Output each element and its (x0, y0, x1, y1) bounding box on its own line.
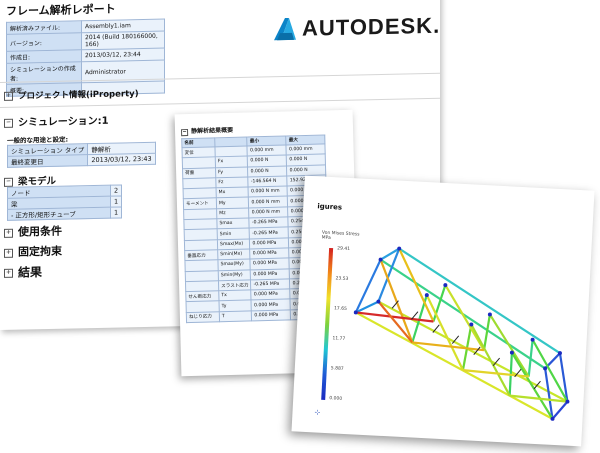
results-title-label: 静解析結果概要 (190, 126, 234, 135)
expand-icon[interactable]: + (4, 91, 13, 101)
cell: - 正方形/矩形チューブ (7, 207, 111, 221)
section-results[interactable]: + 結果 (4, 263, 42, 281)
meta-value: 2014 (Build 180166000, 166) (81, 31, 165, 50)
figures-page: igures Von Mises Stress MPa 29.41 23.53 … (291, 175, 595, 447)
section-constraints[interactable]: + 固定拘束 (4, 243, 62, 260)
table-row: 最終変更日 2013/03/12, 23:43 (7, 153, 156, 168)
report-title: フレーム解析レポート (6, 2, 116, 18)
beam-table: ノード 2 梁1 - 正方形/矩形チューブ 1 (7, 184, 122, 221)
section-label: プロジェクト情報(iProperty) (18, 89, 139, 102)
axis-triad-icon: ⊹ (314, 408, 321, 417)
autodesk-logo: AUTODESK. (272, 13, 439, 43)
table-cell: T (219, 310, 253, 322)
autodesk-logo-icon (274, 17, 296, 41)
cell: 2013/03/12, 23:43 (87, 153, 156, 166)
figures-title: igures (317, 202, 343, 212)
cell: 最終変更日 (7, 154, 88, 168)
cell: 2 (110, 184, 122, 197)
expand-icon[interactable]: + (4, 228, 13, 238)
collapse-icon[interactable]: − (180, 129, 189, 137)
section-label: シミュレーション:1 (18, 115, 109, 129)
color-scale-bar (321, 247, 334, 400)
logo-text: AUTODESK (302, 12, 434, 41)
expand-icon[interactable]: + (4, 268, 13, 278)
section-label: 固定拘束 (18, 244, 62, 259)
truss-stress-plot (353, 246, 570, 421)
cell: 1 (110, 206, 122, 219)
section-label: 使用条件 (18, 224, 62, 239)
cell: 1 (110, 195, 122, 208)
general-table: シミュレーション タイプ 静解析 最終変更日 2013/03/12, 23:43 (7, 142, 156, 168)
scale-tick: 23.53 (335, 276, 349, 283)
scale-tick: 11.77 (332, 336, 346, 342)
section-simulation[interactable]: − シミュレーション:1 (4, 112, 109, 129)
section-conditions[interactable]: + 使用条件 (4, 223, 62, 240)
scale-tick: 17.65 (333, 306, 347, 312)
section-project-info[interactable]: + プロジェクト情報(iProperty) (4, 87, 139, 102)
meta-key: バージョン: (6, 32, 82, 52)
collapse-icon[interactable]: − (4, 177, 13, 187)
table-row: - 正方形/矩形チューブ 1 (7, 206, 122, 221)
scale-tick: 0.000 (329, 396, 343, 402)
results-title[interactable]: − 静解析結果概要 (180, 125, 234, 137)
scale-tick: 5.887 (330, 366, 344, 372)
table-cell: ねじり応力 (186, 311, 220, 323)
scale-tick: 29.41 (336, 246, 351, 253)
report-meta-table: 解析済みファイル: Assembly1.iam バージョン: 2014 (Build… (6, 19, 165, 97)
table-cell: 0.000 MPa (251, 309, 292, 321)
collapse-icon[interactable]: − (4, 118, 13, 128)
section-label: 結果 (18, 265, 43, 280)
expand-icon[interactable]: + (4, 248, 13, 258)
